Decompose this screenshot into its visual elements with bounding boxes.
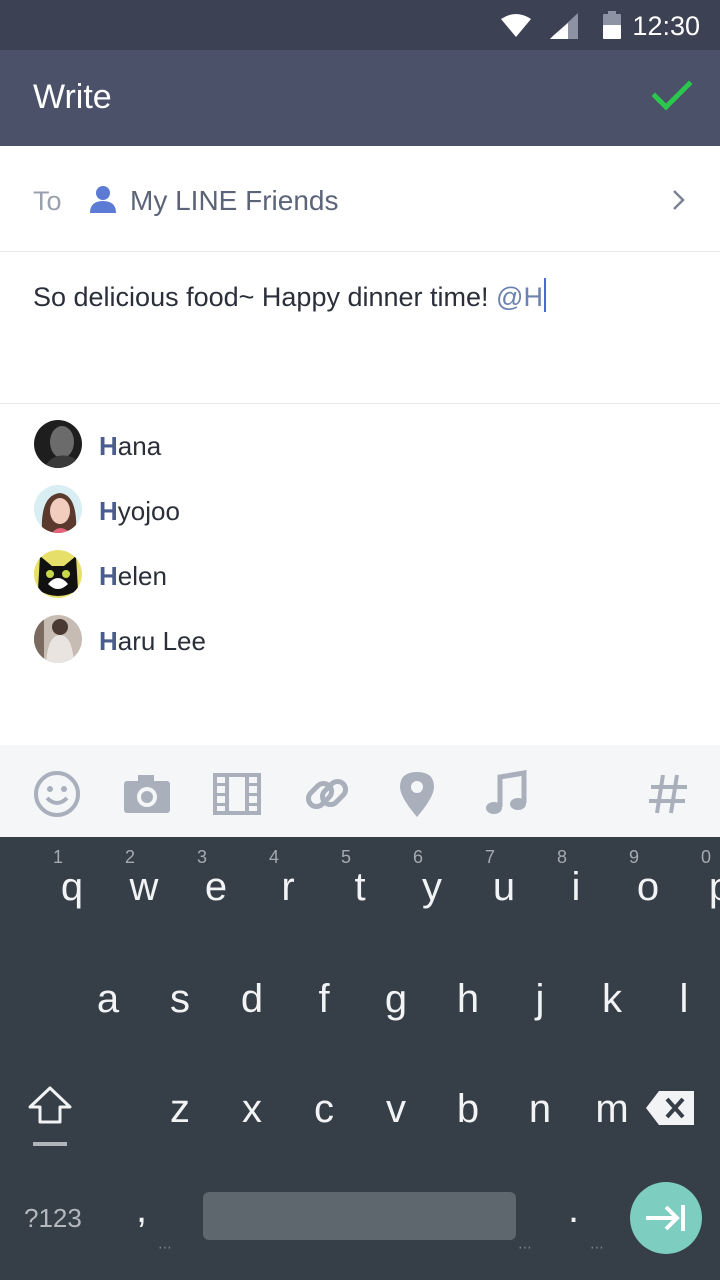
key-w[interactable]: 2w (72, 837, 158, 937)
key-j[interactable]: j (468, 947, 545, 1047)
camera-icon[interactable] (122, 769, 172, 819)
clock: 12:30 (632, 11, 700, 41)
comma-key[interactable]: , (136, 1187, 147, 1232)
suggestion-hana[interactable]: Hana (0, 413, 720, 473)
key-z[interactable]: z (108, 1057, 190, 1157)
space-bar[interactable] (203, 1192, 516, 1240)
key-k[interactable]: k (540, 947, 622, 1047)
check-icon[interactable] (652, 80, 692, 112)
location-icon[interactable] (392, 769, 442, 819)
key-i[interactable]: 8i (504, 837, 580, 937)
key-g[interactable]: g (324, 947, 407, 1047)
page-title: Write (33, 78, 112, 116)
key-c[interactable]: c (252, 1057, 334, 1157)
avatar (34, 420, 82, 468)
attachment-toolbar (0, 745, 720, 837)
status-bar: 12:30 (0, 0, 720, 50)
soft-keyboard: 1q 2w 3e 4r 5t 6y 7u 8i 9o 0p a s d f g … (0, 837, 720, 1280)
post-text-field[interactable]: So delicious food~ Happy dinner time! @H (0, 252, 720, 404)
music-icon[interactable] (482, 769, 532, 819)
audience-value: My LINE Friends (130, 185, 339, 216)
avatar (34, 485, 82, 533)
suggestion-name: Hana (99, 431, 162, 461)
key-s[interactable]: s (108, 947, 190, 1047)
audience-selector[interactable]: To My LINE Friends (0, 148, 720, 252)
key-b[interactable]: b (396, 1057, 479, 1157)
key-t[interactable]: 5t (288, 837, 366, 937)
mention-text: @H (496, 282, 543, 312)
avatar (34, 615, 82, 663)
text-cursor (543, 278, 546, 312)
key-hint-dots: ⋯ (518, 1239, 532, 1255)
backspace-icon[interactable] (645, 1090, 695, 1126)
post-body: So delicious food~ Happy dinner time! (33, 282, 497, 312)
key-n[interactable]: n (468, 1057, 551, 1157)
suggestion-name: Hyojoo (99, 496, 180, 526)
key-e[interactable]: 3e (144, 837, 227, 937)
friend-icon (90, 186, 116, 213)
key-hint-dots: ⋯ (158, 1239, 172, 1255)
key-r[interactable]: 4r (216, 837, 295, 937)
key-hint-dots: ⋯ (590, 1239, 604, 1255)
suggestion-name: Haru Lee (99, 626, 206, 656)
shift-indicator (33, 1142, 67, 1146)
key-q[interactable]: 1q (0, 837, 83, 937)
next-key[interactable] (630, 1182, 702, 1254)
key-f[interactable]: f (252, 947, 329, 1047)
key-h[interactable]: h (396, 947, 479, 1047)
key-a[interactable]: a (36, 947, 119, 1047)
post-text: So delicious food~ Happy dinner time! @H (33, 278, 546, 313)
key-x[interactable]: x (180, 1057, 262, 1157)
period-key[interactable]: . (568, 1187, 579, 1232)
chevron-right-icon (673, 190, 685, 210)
link-icon[interactable] (302, 769, 352, 819)
suggestion-haru-lee[interactable]: Haru Lee (0, 608, 720, 668)
video-icon[interactable] (212, 769, 262, 819)
key-y[interactable]: 6y (360, 837, 442, 937)
avatar (34, 550, 82, 598)
tab-arrow-icon (646, 1205, 685, 1231)
key-p[interactable]: 0p (648, 837, 720, 937)
key-v[interactable]: v (324, 1057, 406, 1157)
wifi-icon (501, 14, 531, 37)
to-label: To (33, 186, 62, 216)
suggestion-name: Helen (99, 561, 167, 591)
emoji-icon[interactable] (32, 769, 82, 819)
suggestion-helen[interactable]: Helen (0, 543, 720, 603)
battery-icon (603, 11, 621, 39)
shift-icon[interactable] (26, 1085, 74, 1125)
hashtag-icon[interactable] (643, 769, 693, 819)
key-d[interactable]: d (180, 947, 263, 1047)
app-bar: Write (0, 50, 720, 146)
key-o[interactable]: 9o (576, 837, 659, 937)
suggestion-hyojoo[interactable]: Hyojoo (0, 478, 720, 538)
key-l[interactable]: l (612, 947, 689, 1047)
symbols-key[interactable]: ?123 (24, 1203, 82, 1234)
cell-signal-icon (550, 13, 578, 39)
key-u[interactable]: 7u (432, 837, 515, 937)
key-m[interactable]: m (540, 1057, 628, 1157)
